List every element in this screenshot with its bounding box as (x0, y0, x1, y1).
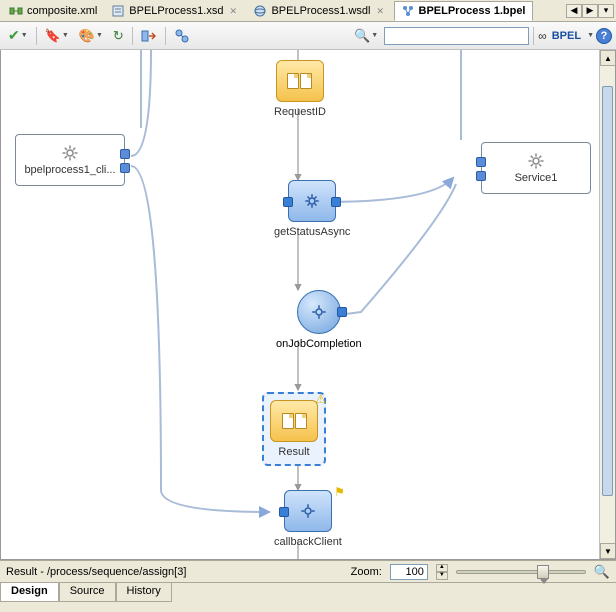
tab-label: BPELProcess 1.bpel (419, 5, 526, 17)
activity-label: Result (278, 446, 309, 458)
tab-list-button[interactable]: ▾ (598, 4, 614, 18)
zoom-input[interactable] (390, 564, 428, 580)
design-canvas-wrap: bpelprocess1_cli... Service1 RequestID (0, 50, 616, 560)
help-button[interactable]: ? (596, 28, 612, 44)
assign-icon (270, 400, 318, 442)
activity-result-selected[interactable]: ⚠ Result (262, 392, 326, 466)
port-icon[interactable] (283, 197, 293, 207)
activity-label: getStatusAsync (274, 226, 350, 238)
tab-xsd[interactable]: BPELProcess1.xsd ✕ (104, 1, 246, 21)
palette-icon: 🎨 (79, 28, 95, 44)
chevron-down-icon[interactable]: ▼ (587, 32, 594, 39)
status-bar: Result - /process/sequence/assign[3] Zoo… (0, 560, 616, 582)
refresh-button[interactable]: ↻ (109, 25, 128, 47)
partner-link-right[interactable]: Service1 (481, 142, 591, 194)
zoom-slider[interactable] (456, 570, 586, 574)
gear-icon (61, 144, 79, 162)
tab-source[interactable]: Source (59, 583, 116, 602)
partner-label: Service1 (515, 172, 558, 184)
chevron-down-icon: ▼ (371, 32, 378, 39)
assign-icon (276, 60, 324, 102)
tab-next-button[interactable]: ▶ (582, 4, 598, 18)
port-icon[interactable] (331, 197, 341, 207)
vertical-scrollbar[interactable]: ▲ ▼ (599, 50, 615, 559)
validate-button[interactable]: ✔▼ (4, 24, 32, 47)
activity-callbackclient[interactable]: ⚑ callbackClient (274, 490, 342, 548)
check-icon: ✔ (8, 27, 20, 44)
tab-prev-button[interactable]: ◀ (566, 4, 582, 18)
port-icon[interactable] (120, 163, 130, 173)
activity-label: callbackClient (274, 536, 342, 548)
tab-history[interactable]: History (116, 583, 172, 602)
tab-nav: ◀ ▶ ▾ (566, 4, 614, 18)
tab-wsdl[interactable]: BPELProcess1.wsdl ✕ (246, 1, 393, 21)
bookmark-button[interactable]: 🔖▼ (41, 25, 73, 47)
chevron-down-icon: ▼ (62, 32, 69, 39)
test-icon (174, 28, 190, 44)
activity-label: RequestID (274, 106, 326, 118)
editor-tabs: composite.xml BPELProcess1.xsd ✕ BPELPro… (0, 0, 616, 22)
receive-icon (297, 290, 341, 334)
port-icon[interactable] (337, 307, 347, 317)
design-canvas[interactable]: bpelprocess1_cli... Service1 RequestID (1, 50, 615, 559)
bpel-icon (401, 4, 415, 18)
tab-label: composite.xml (27, 5, 97, 17)
chevron-down-icon: ▼ (96, 32, 103, 39)
tab-label: BPELProcess1.wsdl (271, 5, 370, 17)
port-icon[interactable] (476, 157, 486, 167)
test-button[interactable] (170, 25, 194, 47)
bookmark-icon: 🔖 (45, 28, 61, 44)
zoom-label: Zoom: (351, 566, 382, 578)
view-tabs: Design Source History (0, 582, 616, 602)
scroll-down-button[interactable]: ▼ (600, 543, 616, 559)
gear-icon (527, 152, 545, 170)
deploy-icon (141, 28, 157, 44)
close-icon[interactable]: ✕ (229, 6, 239, 16)
invoke-icon: ⚑ (284, 490, 332, 532)
tab-composite[interactable]: composite.xml (2, 1, 104, 21)
chevron-down-icon: ▼ (21, 32, 28, 39)
status-path: Result - /process/sequence/assign[3] (6, 566, 186, 578)
zoom-spinner: ▲ ▼ (436, 564, 448, 580)
zoom-down-button[interactable]: ▼ (436, 572, 448, 580)
close-icon[interactable]: ✕ (377, 6, 387, 16)
activity-onjobcompletion[interactable]: onJobCompletion (276, 290, 362, 350)
partner-label: bpelprocess1_cli... (24, 164, 115, 176)
port-icon[interactable] (120, 149, 130, 159)
invoke-icon (288, 180, 336, 222)
scroll-thumb[interactable] (602, 86, 613, 496)
port-icon[interactable] (476, 171, 486, 181)
activity-label: onJobCompletion (276, 338, 362, 350)
mode-label[interactable]: BPEL (549, 30, 584, 42)
find-button[interactable]: 🔍▼ (350, 25, 382, 47)
slider-thumb[interactable] (537, 565, 549, 579)
activity-getstatusasync[interactable]: getStatusAsync (274, 180, 350, 238)
zoom-up-button[interactable]: ▲ (436, 564, 448, 572)
refresh-icon: ↻ (113, 28, 124, 44)
tab-design[interactable]: Design (0, 583, 59, 602)
activity-requestid[interactable]: RequestID (274, 60, 326, 118)
zoom-fit-button[interactable]: 🔍 (594, 564, 610, 580)
link-icon: ∞ (538, 29, 547, 43)
xsd-icon (111, 4, 125, 18)
partner-link-left[interactable]: bpelprocess1_cli... (15, 134, 125, 186)
binoculars-icon: 🔍 (354, 28, 370, 44)
tab-label: BPELProcess1.xsd (129, 5, 223, 17)
wsdl-icon (253, 4, 267, 18)
deploy-button[interactable] (137, 25, 161, 47)
port-icon[interactable] (279, 507, 289, 517)
palette-button[interactable]: 🎨▼ (75, 25, 107, 47)
tab-bpel[interactable]: BPELProcess 1.bpel (394, 1, 533, 21)
search-input[interactable] (384, 27, 529, 45)
toolbar: ✔▼ 🔖▼ 🎨▼ ↻ 🔍▼ ∞ BPEL ▼ ? (0, 22, 616, 50)
flag-icon: ⚑ (334, 485, 345, 499)
scroll-up-button[interactable]: ▲ (600, 50, 616, 66)
composite-icon (9, 4, 23, 18)
